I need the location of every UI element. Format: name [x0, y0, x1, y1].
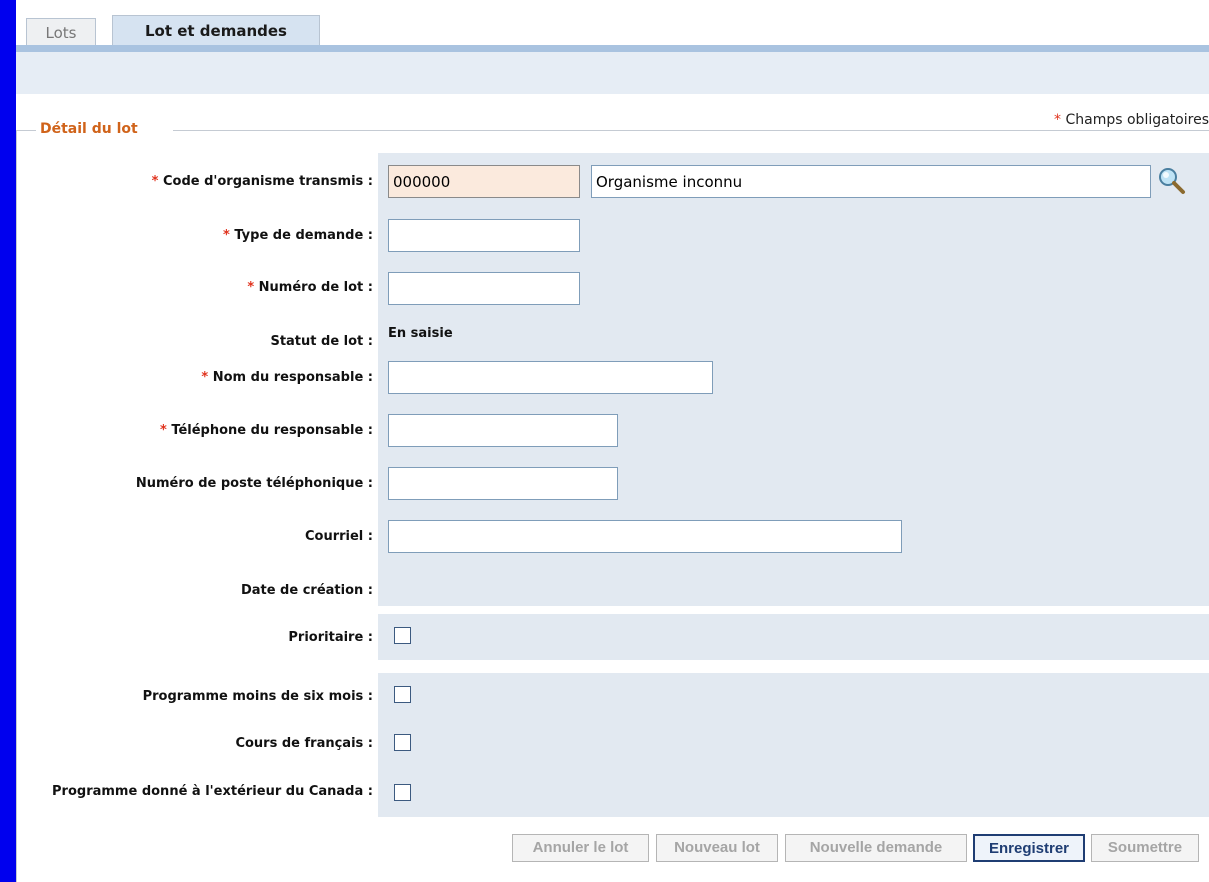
- nom-responsable-label: * Nom du responsable :: [201, 370, 373, 385]
- prioritaire-label: Prioritaire :: [288, 630, 373, 645]
- exterieur-canada-checkbox[interactable]: [394, 784, 411, 801]
- tab-lot-et-demandes[interactable]: Lot et demandes: [112, 15, 320, 46]
- exterieur-canada-label: Programme donné à l'extérieur du Canada …: [52, 784, 373, 799]
- required-star: *: [223, 228, 230, 243]
- required-fields-note: * Champs obligatoires: [1054, 112, 1209, 128]
- tab-bar: Lots Lot et demandes: [16, 0, 1209, 46]
- section-legend: Détail du lot: [40, 121, 138, 137]
- poste-input[interactable]: [388, 467, 618, 500]
- fieldset-border: [16, 130, 36, 131]
- search-icon[interactable]: [1157, 166, 1187, 196]
- telephone-input[interactable]: [388, 414, 618, 447]
- annuler-lot-button[interactable]: Annuler le lot: [512, 834, 649, 862]
- cours-francais-label: Cours de français :: [235, 736, 373, 751]
- statut-lot-label: Statut de lot :: [270, 334, 373, 349]
- courriel-label: Courriel :: [304, 529, 373, 544]
- fieldset-border: [173, 130, 1209, 131]
- nom-responsable-input[interactable]: [388, 361, 713, 394]
- required-star: *: [247, 280, 255, 295]
- cours-francais-checkbox[interactable]: [394, 734, 411, 751]
- moins-six-mois-label: Programme moins de six mois :: [142, 689, 373, 704]
- statut-lot-value: En saisie: [388, 326, 453, 341]
- code-organisme-label: * Code d'organisme transmis :: [151, 174, 373, 189]
- tab-underline: [16, 45, 1209, 52]
- required-note-text: Champs obligatoires: [1065, 112, 1209, 128]
- required-star: *: [201, 370, 209, 385]
- program-options-bg: [378, 673, 1209, 817]
- priority-row-bg: [378, 614, 1209, 660]
- organisme-name-field[interactable]: [591, 165, 1151, 198]
- date-creation-label: Date de création :: [240, 583, 373, 598]
- tab-lots[interactable]: Lots: [26, 18, 96, 46]
- main-panel: Lots Lot et demandes * Champs obligatoir…: [16, 0, 1209, 882]
- telephone-label: * Téléphone du responsable :: [159, 423, 373, 438]
- soumettre-button[interactable]: Soumettre: [1091, 834, 1199, 862]
- type-demande-input[interactable]: [388, 219, 580, 252]
- nouvelle-demande-button[interactable]: Nouvelle demande: [785, 834, 967, 862]
- numero-lot-label: * Numéro de lot :: [247, 280, 373, 295]
- required-star: *: [151, 174, 159, 189]
- required-star: *: [159, 423, 167, 438]
- moins-six-mois-checkbox[interactable]: [394, 686, 411, 703]
- courriel-input[interactable]: [388, 520, 902, 553]
- numero-lot-input[interactable]: [388, 272, 580, 305]
- prioritaire-checkbox[interactable]: [394, 627, 411, 644]
- code-organisme-input[interactable]: [388, 165, 580, 198]
- sub-toolbar: [16, 52, 1209, 94]
- nouveau-lot-button[interactable]: Nouveau lot: [656, 834, 778, 862]
- enregistrer-button[interactable]: Enregistrer: [973, 834, 1085, 862]
- poste-label: Numéro de poste téléphonique :: [135, 476, 373, 491]
- type-demande-label: * Type de demande :: [223, 228, 373, 243]
- required-star: *: [1054, 112, 1062, 128]
- fieldset-border: [16, 130, 17, 882]
